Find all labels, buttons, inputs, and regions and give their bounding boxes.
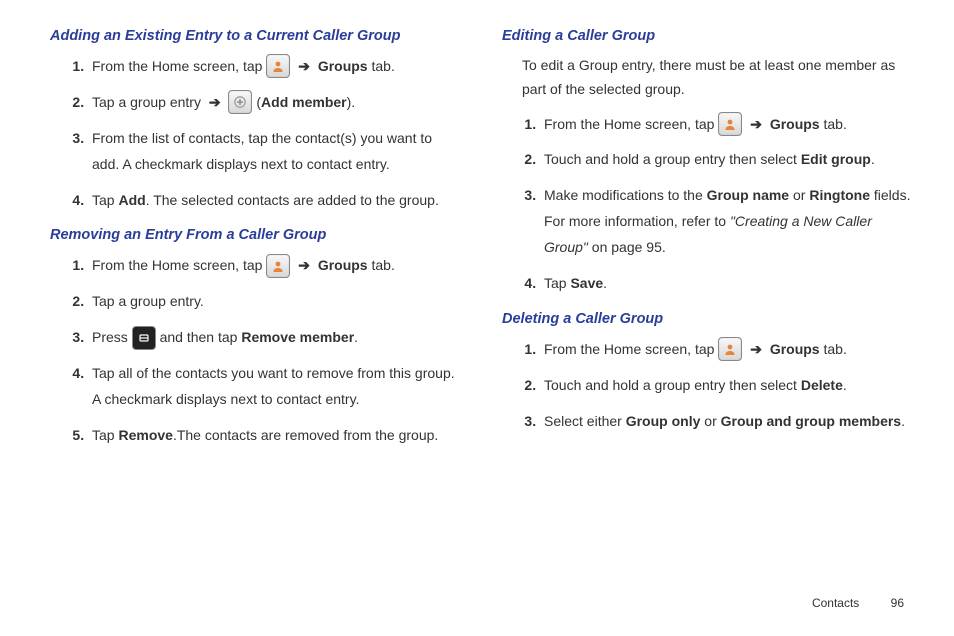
bold-text: Group name: [707, 187, 789, 203]
contact-icon: [718, 112, 742, 136]
bold-text: Groups: [770, 116, 820, 132]
list-adding-entry: From the Home screen, tap ➔ Groups tab. …: [70, 54, 462, 213]
heading-editing-group: Editing a Caller Group: [502, 28, 914, 44]
list-item: Tap a group entry.: [88, 289, 462, 315]
bold-text: Group and group members: [721, 413, 901, 429]
bold-text: Delete: [801, 377, 843, 393]
bold-text: Save: [570, 275, 603, 291]
text: From the Home screen, tap: [92, 257, 266, 273]
text: .: [603, 275, 607, 291]
page-footer: Contacts 96: [812, 596, 904, 610]
text: Tap a group entry: [92, 94, 205, 110]
left-column: Adding an Existing Entry to a Current Ca…: [50, 28, 462, 459]
bold-text: Remove member: [241, 329, 354, 345]
bold-text: Group only: [626, 413, 701, 429]
text: (: [252, 94, 261, 110]
list-item: Select either Group only or Group and gr…: [540, 409, 914, 435]
list-removing-entry: From the Home screen, tap ➔ Groups tab. …: [70, 253, 462, 448]
text: Make modifications to the: [544, 187, 707, 203]
bold-text: Add: [118, 192, 145, 208]
text: tab.: [820, 341, 847, 357]
bold-text: Add member: [261, 94, 347, 110]
text: From the Home screen, tap: [92, 58, 266, 74]
text: Touch and hold a group entry then select: [544, 151, 801, 167]
bold-text: Edit group: [801, 151, 871, 167]
text: Select either: [544, 413, 626, 429]
text: tab.: [820, 116, 847, 132]
list-item: From the Home screen, tap ➔ Groups tab.: [88, 54, 462, 80]
text: tab.: [368, 257, 395, 273]
contact-icon: [266, 254, 290, 278]
contact-icon: [718, 337, 742, 361]
bold-text: Groups: [318, 257, 368, 273]
list-item: Make modifications to the Group name or …: [540, 183, 914, 261]
list-item: Touch and hold a group entry then select…: [540, 373, 914, 399]
list-item: Tap Save.: [540, 271, 914, 297]
add-member-icon: [228, 90, 252, 114]
list-item: Tap all of the contacts you want to remo…: [88, 361, 462, 413]
bold-text: Ringtone: [809, 187, 870, 203]
text: and then tap: [160, 329, 242, 345]
page: Adding an Existing Entry to a Current Ca…: [0, 0, 954, 479]
arrow-icon: ➔: [746, 116, 766, 132]
list-item: Press and then tap Remove member.: [88, 325, 462, 351]
list-item: From the list of contacts, tap the conta…: [88, 126, 462, 178]
list-deleting-group: From the Home screen, tap ➔ Groups tab. …: [522, 337, 914, 435]
text: Tap: [92, 427, 118, 443]
text: tab.: [368, 58, 395, 74]
text: or: [700, 413, 720, 429]
list-editing-group: From the Home screen, tap ➔ Groups tab. …: [522, 112, 914, 297]
list-item: Touch and hold a group entry then select…: [540, 147, 914, 173]
text: From the Home screen, tap: [544, 341, 718, 357]
list-item: From the Home screen, tap ➔ Groups tab.: [540, 337, 914, 363]
arrow-icon: ➔: [294, 58, 314, 74]
bold-text: Groups: [318, 58, 368, 74]
text: .: [871, 151, 875, 167]
list-item: Tap Add. The selected contacts are added…: [88, 188, 462, 214]
text: Touch and hold a group entry then select: [544, 377, 801, 393]
text: .: [843, 377, 847, 393]
text: Tap: [544, 275, 570, 291]
text: From the Home screen, tap: [544, 116, 718, 132]
contact-icon: [266, 54, 290, 78]
bold-text: Groups: [770, 341, 820, 357]
arrow-icon: ➔: [746, 341, 766, 357]
text: or: [789, 187, 809, 203]
list-item: From the Home screen, tap ➔ Groups tab.: [540, 112, 914, 138]
text: .: [901, 413, 905, 429]
intro-text: To edit a Group entry, there must be at …: [522, 54, 914, 102]
heading-removing-entry: Removing an Entry From a Caller Group: [50, 227, 462, 243]
text: .: [354, 329, 358, 345]
list-item: From the Home screen, tap ➔ Groups tab.: [88, 253, 462, 279]
bold-text: Remove: [118, 427, 172, 443]
right-column: Editing a Caller Group To edit a Group e…: [502, 28, 914, 459]
page-number: 96: [891, 596, 904, 610]
text: Tap: [92, 192, 118, 208]
text: Press: [92, 329, 132, 345]
menu-icon: [132, 326, 156, 350]
text: ).: [347, 94, 356, 110]
arrow-icon: ➔: [205, 94, 225, 110]
list-item: Tap Remove.The contacts are removed from…: [88, 423, 462, 449]
heading-deleting-group: Deleting a Caller Group: [502, 311, 914, 327]
text: .The contacts are removed from the group…: [173, 427, 438, 443]
heading-adding-entry: Adding an Existing Entry to a Current Ca…: [50, 28, 462, 44]
text: . The selected contacts are added to the…: [146, 192, 439, 208]
arrow-icon: ➔: [294, 257, 314, 273]
list-item: Tap a group entry ➔ (Add member).: [88, 90, 462, 116]
footer-section: Contacts: [812, 596, 859, 610]
text: on page 95.: [588, 239, 666, 255]
